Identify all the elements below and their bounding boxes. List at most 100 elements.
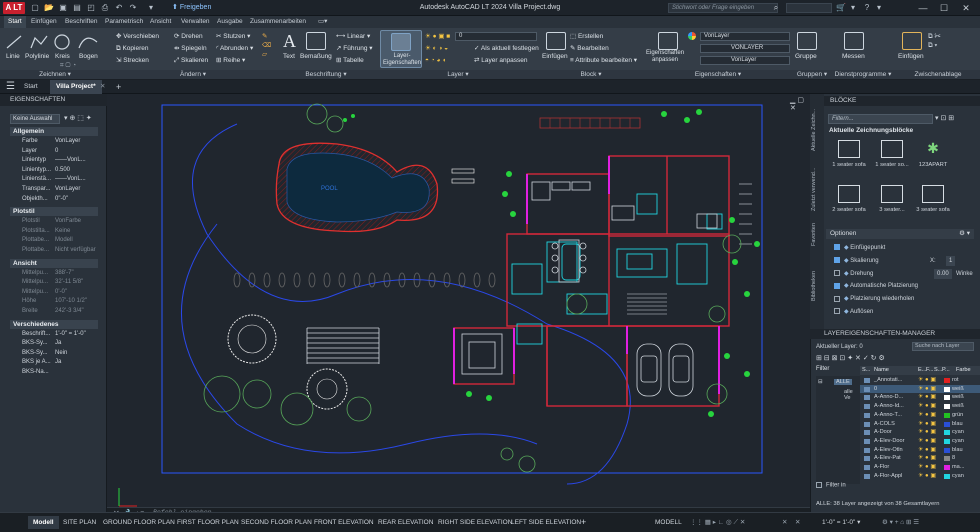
property-section[interactable]: Verschiedenes bbox=[10, 319, 98, 329]
layer-color-swatch[interactable] bbox=[944, 412, 950, 418]
property-value[interactable]: ——VonL... bbox=[55, 175, 98, 184]
layer-status-icon[interactable] bbox=[864, 395, 870, 401]
property-row[interactable]: Mittelpu... 388'-7" bbox=[10, 269, 98, 278]
drawing-canvas[interactable]: POOL ▁ ▢ ✕ bbox=[107, 94, 897, 519]
layout-tab-site-plan[interactable]: SITE PLAN bbox=[58, 516, 101, 529]
ribbon-tab-collaborate[interactable]: Zusammenarbeiten bbox=[246, 16, 310, 28]
property-row[interactable]: Mittelpu... 0'-0" bbox=[10, 288, 98, 297]
panel-title-annotation[interactable]: Beschriftung ▾ bbox=[276, 70, 376, 79]
layer-color-swatch[interactable] bbox=[944, 438, 950, 444]
property-value[interactable]: 242'-3 3/4" bbox=[55, 307, 98, 316]
option-checkbox[interactable] bbox=[834, 257, 840, 264]
layer-color-swatch[interactable] bbox=[944, 430, 950, 436]
layer-state-icons[interactable]: ☀ ● ▣ bbox=[918, 385, 936, 394]
group-icon[interactable] bbox=[797, 32, 817, 50]
block-thumbnail[interactable]: 1 seater so... bbox=[872, 140, 912, 188]
polyline-button[interactable]: Polylinie bbox=[25, 52, 49, 61]
property-value[interactable]: VonLayer bbox=[55, 185, 98, 194]
layer-status-icon[interactable] bbox=[864, 412, 870, 418]
ribbon-tab-output[interactable]: Ausgabe bbox=[213, 16, 247, 28]
insert-block-button[interactable]: Einfügen bbox=[542, 52, 568, 61]
property-section[interactable]: Ansicht bbox=[10, 258, 98, 268]
help-icon[interactable]: ? bbox=[862, 3, 872, 13]
property-row[interactable]: Plottabe... Modell bbox=[10, 236, 98, 245]
copy-button[interactable]: ⧉ Kopieren bbox=[116, 44, 148, 53]
property-value[interactable]: 107'-10 1/2" bbox=[55, 297, 98, 306]
fillet-button[interactable]: ◜ Abrunden ▾ bbox=[216, 44, 253, 53]
layer-state-icons[interactable]: ☀ ● ▣ bbox=[918, 411, 936, 420]
property-value[interactable]: Keine bbox=[55, 227, 98, 236]
group-button[interactable]: Gruppe bbox=[795, 52, 817, 61]
layer-name[interactable]: A-Anno-Id... bbox=[874, 402, 904, 411]
color-dropdown[interactable]: VonLayer bbox=[700, 32, 790, 41]
layer-state-icons[interactable]: ☀ ● ▣ bbox=[918, 428, 936, 437]
layer-state-icons[interactable]: ☀ ● ▣ bbox=[918, 420, 936, 429]
layer-color-name[interactable]: blau bbox=[952, 420, 963, 429]
tree-node-used[interactable]: alle Ve bbox=[844, 389, 860, 401]
layer-state-icons[interactable]: ☀ ● ▣ bbox=[918, 463, 936, 472]
settings-icon[interactable]: ⚙ ▾ + ⌂ ⊞ ☰ bbox=[882, 517, 919, 529]
annotation-icon[interactable]: ✕ bbox=[782, 517, 787, 529]
block-option[interactable]: ◆ Automatische Platzierung bbox=[834, 281, 974, 291]
block-thumbnail[interactable]: 3 seater... bbox=[872, 185, 912, 233]
invert-filter-box[interactable] bbox=[816, 482, 822, 488]
clipboard-extra-icons[interactable]: ⧉ ✂ ⧉ ▾ bbox=[928, 32, 941, 50]
rotate-button[interactable]: ⟳ Drehen bbox=[174, 32, 203, 41]
layer-name[interactable]: _Annotati... bbox=[874, 376, 902, 385]
layout-tab-ground-floor[interactable]: GROUND FLOOR PLAN bbox=[98, 516, 180, 529]
close-button[interactable]: ✕ bbox=[959, 2, 973, 14]
layer-name[interactable]: A-Flor bbox=[874, 463, 889, 472]
search-icon[interactable]: ⌕ bbox=[771, 3, 781, 13]
status-toggle-icons[interactable]: ⋮⋮ ▦ ▸ ∟ ◎ ⟋ ✕ bbox=[690, 517, 745, 529]
side-tab-libraries[interactable]: Bibliotheken bbox=[811, 266, 823, 306]
property-row[interactable]: Breite 242'-3 3/4" bbox=[10, 307, 98, 316]
modify-extra-icons[interactable]: ✎ ⌫ ▱ bbox=[262, 32, 271, 59]
linear-dim-button[interactable]: ⟷ Linear ▾ bbox=[336, 32, 370, 41]
quick-select-icons[interactable]: ▾ ⊕ ⬚ ✦ bbox=[64, 114, 92, 122]
new-tab-button[interactable]: + bbox=[110, 80, 127, 94]
create-block-button[interactable]: ⬚ Erstellen bbox=[570, 32, 603, 41]
text-button[interactable]: Text bbox=[283, 52, 295, 61]
property-section[interactable]: Allgemein bbox=[10, 127, 98, 136]
layer-row[interactable]: A-Flor-Appl ☀ ● ▣ cyan bbox=[860, 472, 980, 481]
ribbon-tab-manage[interactable]: Verwalten bbox=[177, 16, 214, 28]
layout-tab-second-floor[interactable]: SECOND FLOOR PLAN bbox=[236, 516, 317, 529]
property-value[interactable]: 0 bbox=[55, 147, 98, 156]
layer-tool-icons[interactable]: ⊞ ⊟ ⊠ ⊡ ✦ ✕ ✓ ↻ ⚙ bbox=[816, 354, 885, 362]
ribbon-tab-parametric[interactable]: Parametrisch bbox=[101, 16, 147, 28]
sign-in-field[interactable] bbox=[786, 3, 832, 13]
layer-name[interactable]: A-Elev-Otln bbox=[874, 446, 903, 455]
paste-icon[interactable] bbox=[902, 32, 922, 50]
layout-tab-right-elevation[interactable]: RIGHT SIDE ELEVATION bbox=[433, 516, 517, 529]
block-option[interactable]: ◆ Auflösen bbox=[834, 307, 974, 317]
table-button[interactable]: ⊞ Tabelle bbox=[336, 56, 364, 65]
measure-button[interactable]: Messen bbox=[842, 52, 865, 61]
annotation-icon-2[interactable]: ✕ bbox=[795, 517, 800, 529]
add-layout-button[interactable]: + bbox=[576, 516, 591, 529]
side-tab-favorites[interactable]: Favoriten bbox=[811, 220, 823, 250]
property-value[interactable]: Ja bbox=[55, 358, 98, 367]
property-row[interactable]: Beschrift... 1'-0" = 1'-0" bbox=[10, 330, 98, 339]
mirror-button[interactable]: ⇹ Spiegeln bbox=[174, 44, 207, 53]
ribbon-tab-start[interactable]: Start bbox=[4, 16, 26, 28]
layer-status-icon[interactable] bbox=[864, 430, 870, 436]
options-gear-icon[interactable]: ⚙ ▾ bbox=[959, 229, 970, 239]
block-thumbnail[interactable]: 3 seater sofa bbox=[913, 185, 953, 233]
insert-block-icon[interactable] bbox=[546, 32, 566, 50]
property-value[interactable]: VonLayer bbox=[55, 137, 98, 146]
layout-tab-first-floor[interactable]: FIRST FLOOR PLAN bbox=[172, 516, 244, 529]
layer-color-swatch[interactable] bbox=[944, 447, 950, 453]
edit-attributes-button[interactable]: ≡ Attribute bearbeiten ▾ bbox=[570, 56, 637, 65]
property-value[interactable]: Modell bbox=[55, 236, 98, 245]
layer-status-icon[interactable] bbox=[864, 438, 870, 444]
option-checkbox[interactable] bbox=[834, 308, 840, 315]
layer-row[interactable]: A-Elev-Pat ☀ ● ▣ 8 bbox=[860, 454, 980, 463]
property-value[interactable]: Ja bbox=[55, 339, 98, 348]
layer-color-swatch[interactable] bbox=[944, 404, 950, 410]
panel-title-clipboard[interactable]: Zwischenablage bbox=[896, 70, 980, 79]
layer-row[interactable]: A-Anno-Id... ☀ ● ▣ weiß bbox=[860, 402, 980, 411]
block-option[interactable]: ◆ Skalierung X: 1 bbox=[834, 255, 974, 266]
layer-name[interactable]: A-Door bbox=[874, 428, 892, 437]
set-current-layer-button[interactable]: ✓ Als aktuell festlegen bbox=[474, 44, 539, 53]
layer-tool-icons[interactable]: ☀ ◐ ◑ ◒ bbox=[425, 44, 448, 53]
